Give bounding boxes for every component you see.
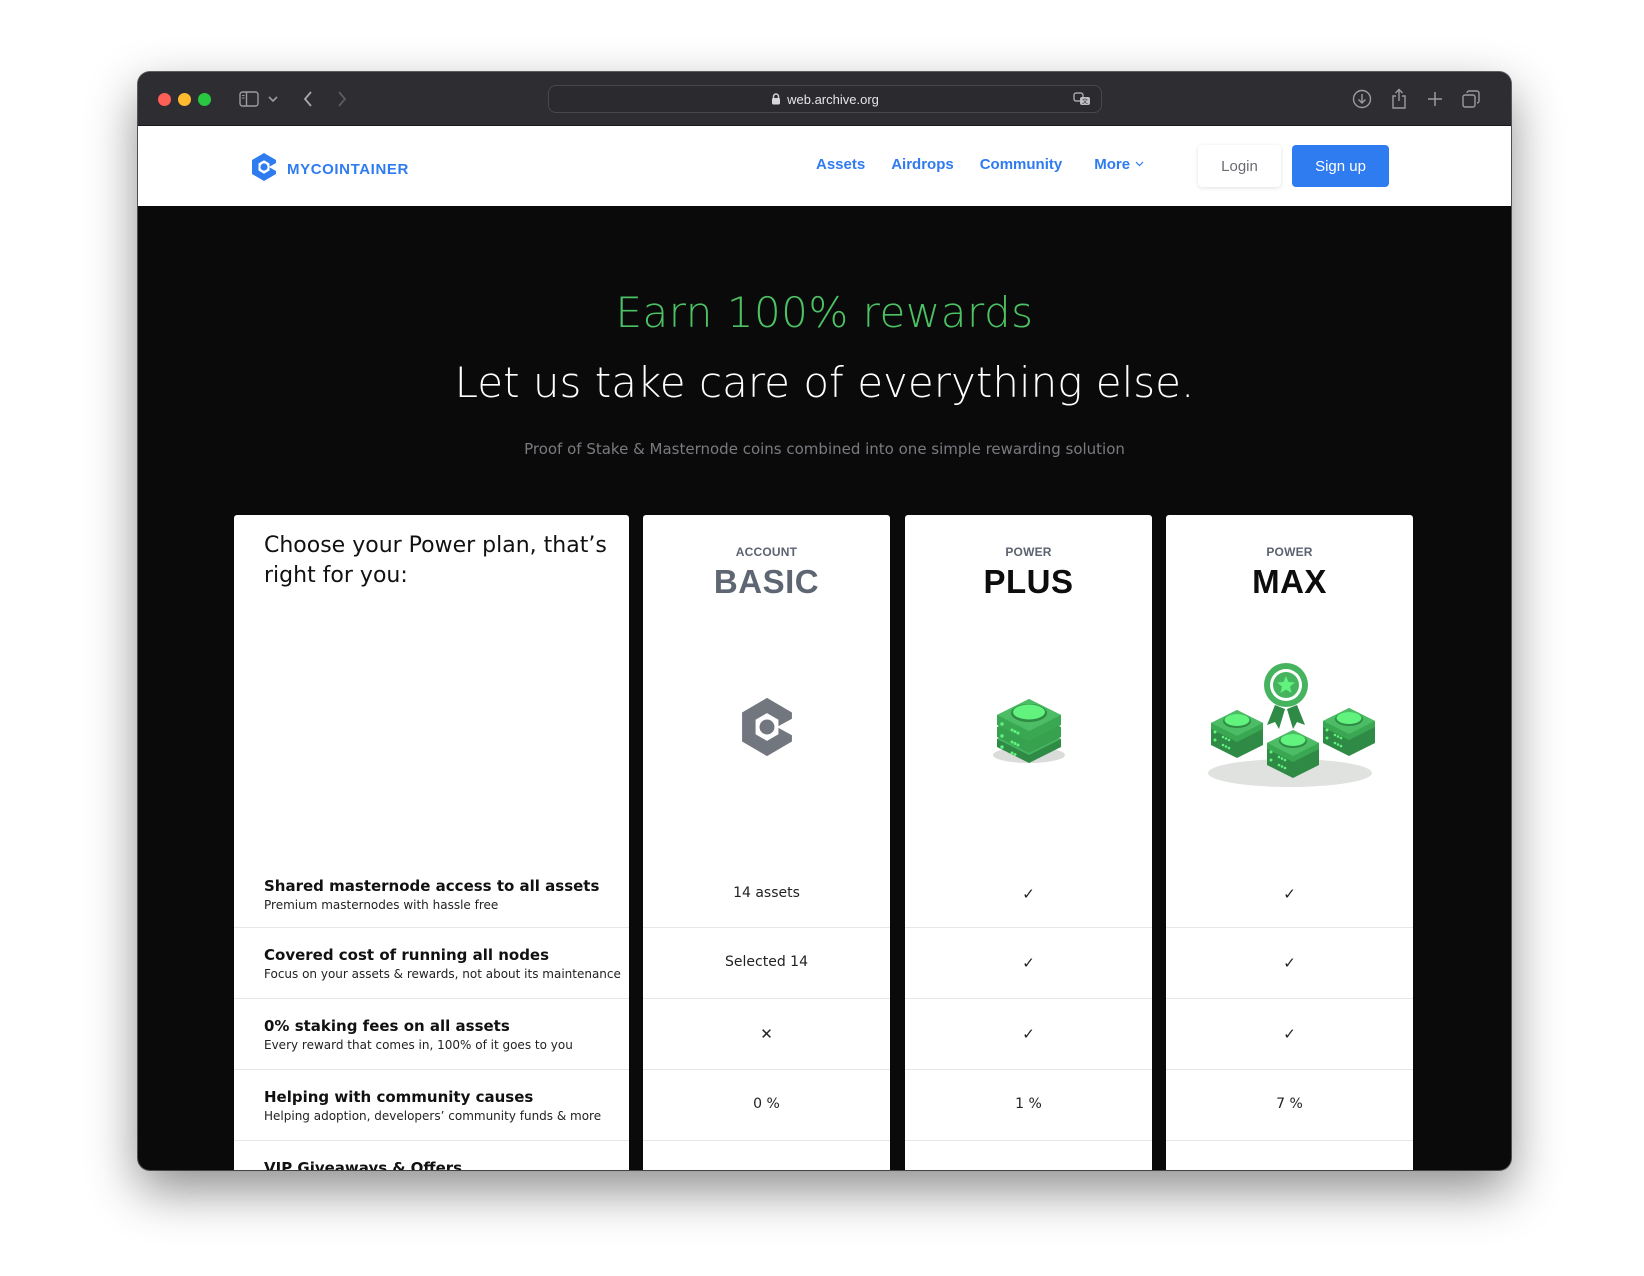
value-cell: ✓ (1166, 928, 1413, 999)
checkmark-icon: ✓ (1022, 885, 1035, 903)
chevron-down-icon[interactable] (266, 86, 280, 112)
hero-subtitle: Proof of Stake & Masternode coins combin… (524, 440, 1125, 458)
value-text: Selected 14 (725, 954, 808, 970)
plan-name: MAX (1252, 563, 1327, 600)
plan-name: BASIC (713, 563, 820, 600)
value-cell: 0 % (643, 1070, 890, 1141)
mycointainer-logo-icon (251, 152, 277, 186)
value-cell: ✓ (905, 863, 1152, 928)
new-tab-icon[interactable] (1424, 86, 1446, 112)
lock-icon (771, 93, 781, 105)
value-cell: 14 assets (643, 863, 890, 928)
value-cell: ✓ (905, 928, 1152, 999)
sidebar-icon[interactable] (236, 86, 262, 112)
cross-icon: ✕ (760, 1025, 773, 1043)
checkmark-icon: ✓ (1283, 954, 1296, 972)
nav-airdrops[interactable]: Airdrops (891, 156, 954, 173)
feature-description: Every reward that comes in, 100% of it g… (264, 1038, 573, 1052)
feature-row: Covered cost of running all nodes Focus … (234, 928, 629, 999)
nav-more-label: More (1094, 156, 1131, 173)
value-text: 1 % (1015, 1096, 1042, 1112)
main-nav: Assets Airdrops Community More (816, 156, 1144, 173)
plan-header: POWER MAX (1166, 545, 1413, 601)
checkmark-icon: ✓ (1022, 954, 1035, 972)
value-cell: ✓ (1166, 863, 1413, 928)
feature-description: Premium masternodes with hassle free (264, 898, 499, 912)
value-cell: ✓ (905, 999, 1152, 1070)
plan-kicker: ACCOUNT (735, 545, 798, 559)
feature-description: Focus on your assets & rewards, not abou… (264, 967, 621, 981)
checkmark-icon: ✓ (1166, 1167, 1413, 1170)
plan-column-max[interactable]: POWER MAX ✓ ✓ ✓ 7 % (1166, 515, 1413, 1170)
hero-eyebrow: Earn 100% rewards (615, 288, 1034, 337)
server-cluster-award-icon (1166, 655, 1413, 795)
feature-list: Shared masternode access to all assets P… (234, 863, 629, 1170)
cross-icon: ✕ (643, 1167, 890, 1170)
plan-values: ✓ ✓ ✓ 7 % ✓ (1166, 863, 1413, 1170)
feature-row: 0% staking fees on all assets Every rewa… (234, 999, 629, 1070)
feature-title: 0% staking fees on all assets (264, 1017, 510, 1035)
plan-column-plus[interactable]: POWER PLUS ✓ ✓ ✓ 1 % (905, 515, 1152, 1170)
plan-name: PLUS (983, 563, 1074, 600)
value-text: 0 % (753, 1096, 780, 1112)
checkmark-icon: ✓ (1283, 1025, 1296, 1043)
value-cell: ✕ (905, 1141, 1152, 1170)
feature-title: Helping with community causes (264, 1088, 534, 1106)
download-icon[interactable] (1350, 86, 1374, 112)
url-text: web.archive.org (787, 91, 879, 107)
feature-title: VIP Giveaways & Offers (264, 1159, 463, 1170)
svg-text:文: 文 (1082, 98, 1088, 106)
zoom-window-button[interactable] (198, 93, 211, 106)
nav-more[interactable]: More (1094, 156, 1144, 173)
feature-row: VIP Giveaways & Offers (234, 1141, 629, 1170)
back-icon[interactable] (298, 86, 318, 112)
feature-title: Covered cost of running all nodes (264, 946, 550, 964)
feature-title: Shared masternode access to all assets (264, 877, 600, 895)
browser-window: web.archive.org 文 MYCOINTAINER Assets Ai… (138, 72, 1511, 1170)
browser-toolbar: web.archive.org 文 (138, 72, 1511, 126)
feature-row: Shared masternode access to all assets P… (234, 863, 629, 928)
plan-values: 14 assets Selected 14 ✕ 0 % ✕ (643, 863, 890, 1170)
value-text: 7 % (1276, 1096, 1303, 1112)
checkmark-icon: ✓ (1283, 885, 1296, 903)
value-cell: ✕ (643, 999, 890, 1070)
plan-values: ✓ ✓ ✓ 1 % ✕ (905, 863, 1152, 1170)
plan-header: POWER PLUS (905, 545, 1152, 601)
forward-icon[interactable] (332, 86, 352, 112)
mycointainer-logo-icon (643, 695, 890, 759)
minimize-window-button[interactable] (178, 93, 191, 106)
site-header: MYCOINTAINER Assets Airdrops Community M… (138, 126, 1511, 206)
plan-kicker: POWER (1266, 545, 1313, 559)
chevron-down-icon (1135, 159, 1144, 170)
translate-icon[interactable]: 文 (1073, 92, 1091, 106)
checkmark-icon: ✓ (1022, 1025, 1035, 1043)
value-cell: 7 % (1166, 1070, 1413, 1141)
value-cell: ✓ (1166, 999, 1413, 1070)
nav-community[interactable]: Community (980, 156, 1063, 173)
value-cell: ✓ (1166, 1141, 1413, 1170)
login-button[interactable]: Login (1198, 145, 1281, 187)
value-cell: Selected 14 (643, 928, 890, 999)
feature-description: Helping adoption, developers’ community … (264, 1109, 602, 1123)
value-text: 14 assets (733, 885, 800, 901)
plan-kicker: POWER (1005, 545, 1052, 559)
pricing-intro: Choose your Power plan, that’s right for… (264, 533, 607, 588)
hero-title: Let us take care of everything else. (454, 358, 1195, 407)
tabs-overview-icon[interactable] (1460, 86, 1482, 112)
share-icon[interactable] (1388, 86, 1410, 112)
value-cell: 1 % (905, 1070, 1152, 1141)
signup-button[interactable]: Sign up (1292, 145, 1389, 187)
nav-assets[interactable]: Assets (816, 156, 865, 173)
feature-row: Helping with community causes Helping ad… (234, 1070, 629, 1141)
value-cell: ✕ (643, 1141, 890, 1170)
address-bar[interactable]: web.archive.org 文 (548, 85, 1102, 113)
close-window-button[interactable] (158, 93, 171, 106)
server-stack-icon (905, 693, 1152, 765)
cross-icon: ✕ (905, 1167, 1152, 1170)
features-column: Choose your Power plan, that’s right for… (234, 515, 629, 1170)
brand-logo[interactable]: MYCOINTAINER (251, 152, 409, 186)
plan-column-basic[interactable]: ACCOUNT BASIC 14 assets Selected 14 ✕ 0 … (643, 515, 890, 1170)
brand-name: MYCOINTAINER (287, 160, 409, 178)
plan-header: ACCOUNT BASIC (643, 545, 890, 601)
